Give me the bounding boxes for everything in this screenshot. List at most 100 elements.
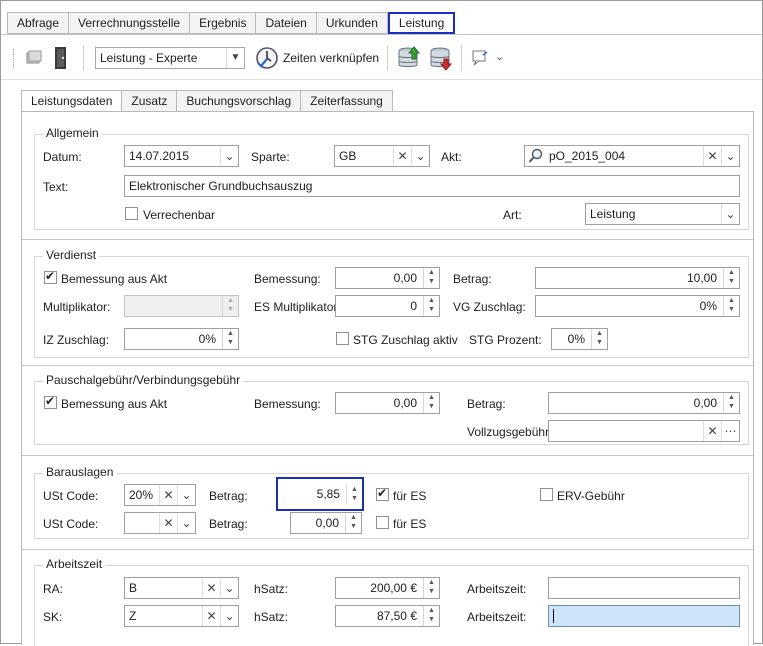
text-input[interactable]: Elektronischer Grundbuchsauszug <box>124 175 740 197</box>
inner-tab-bar: Leistungsdaten Zusatz Buchungsvorschlag … <box>21 90 393 114</box>
bemessung-label: Bemessung: <box>254 272 321 286</box>
verrechenbar-checkbox[interactable] <box>125 207 138 220</box>
chevron-down-icon[interactable]: ⌄ <box>721 204 739 224</box>
comment-icon[interactable] <box>471 49 489 70</box>
database-upload-icon[interactable] <box>397 45 421 74</box>
vg-zuschlag-label: VG Zuschlag: <box>453 300 526 314</box>
toolbar-grip[interactable] <box>13 49 15 67</box>
vg-zuschlag-value: 0% <box>699 299 717 313</box>
fuer-es-label: für ES <box>393 517 427 531</box>
sk-select[interactable]: Z ✕ ⌄ <box>124 605 239 627</box>
pauschal-betrag-stepper[interactable]: 0,00 ▲ ▼ <box>548 392 740 414</box>
akt-field[interactable]: pO_2015_004 ✕ ⌄ <box>524 145 740 167</box>
ust-code-label: USt Code: <box>43 489 99 503</box>
es-multiplikator-stepper[interactable]: 0 ▲ ▼ <box>335 295 440 317</box>
barauslagen-betrag-stepper-2[interactable]: 0,00 ▲ ▼ <box>290 512 362 534</box>
spinner-icon[interactable]: ▲ ▼ <box>423 296 439 316</box>
chevron-down-icon[interactable]: ⌄ <box>177 485 195 505</box>
clear-icon[interactable]: ✕ <box>159 485 177 505</box>
ust-code-select-1[interactable]: 20% ✕ ⌄ <box>124 484 196 506</box>
sparte-field[interactable]: GB ✕ ⌄ <box>334 145 430 167</box>
pauschal-bemessung-stepper[interactable]: 0,00 ▲ ▼ <box>335 392 440 414</box>
group-title: Pauschalgebühr/Verbindungsgebühr <box>43 373 244 387</box>
link-times-button[interactable]: Zeiten verknüpfen <box>255 45 379 71</box>
bemessung-stepper[interactable]: 0,00 ▲ ▼ <box>335 267 440 289</box>
fuer-es-checkbox-2[interactable] <box>376 516 389 529</box>
spinner-icon[interactable]: ▲ ▼ <box>723 296 739 316</box>
link-times-label: Zeiten verknüpfen <box>283 51 380 65</box>
group-title: Allgemein <box>43 126 102 140</box>
stack-icon[interactable] <box>25 49 43 70</box>
spinner-icon[interactable]: ▲ ▼ <box>222 296 238 316</box>
art-select[interactable]: Leistung ⌄ <box>585 203 740 225</box>
database-download-icon[interactable] <box>429 45 453 74</box>
text-cursor <box>553 609 554 623</box>
chevron-down-icon[interactable]: ⌄ <box>495 50 504 63</box>
chevron-down-icon[interactable]: ⌄ <box>220 578 238 598</box>
spinner-icon[interactable]: ▲ ▼ <box>346 485 362 505</box>
ellipsis-icon[interactable]: ⋯ <box>721 421 739 441</box>
spinner-icon[interactable]: ▲ ▼ <box>723 393 739 413</box>
iz-zuschlag-stepper[interactable]: 0% ▲ ▼ <box>124 328 239 350</box>
multiplikator-stepper[interactable]: ▲ ▼ <box>124 295 239 317</box>
sk-hsatz-stepper[interactable]: 87,50 € ▲ ▼ <box>335 605 440 627</box>
vg-zuschlag-stepper[interactable]: 0% ▲ ▼ <box>535 295 740 317</box>
stg-zuschlag-aktiv-checkbox[interactable] <box>336 332 349 345</box>
spinner-icon[interactable]: ▲ ▼ <box>423 606 439 626</box>
clear-icon[interactable]: ✕ <box>703 421 721 441</box>
datum-field[interactable]: 14.07.2015 ⌄ <box>124 145 239 167</box>
barauslagen-betrag-value: 0,00 <box>315 516 339 530</box>
tab-abfrage[interactable]: Abfrage <box>7 12 70 34</box>
ra-select[interactable]: B ✕ ⌄ <box>124 577 239 599</box>
spinner-icon[interactable]: ▲ ▼ <box>423 578 439 598</box>
tab-buchungsvorschlag[interactable]: Buchungsvorschlag <box>177 90 302 112</box>
vollzugsgebuehr-field[interactable]: ✕ ⋯ <box>548 420 740 442</box>
barauslagen-betrag-stepper-1[interactable]: 5,85 ▲ ▼ <box>276 477 364 511</box>
clear-icon[interactable]: ✕ <box>202 606 220 626</box>
search-icon[interactable] <box>528 148 544 166</box>
bemessung-aus-akt-label: Bemessung aus Akt <box>61 272 168 286</box>
tab-leistung[interactable]: Leistung <box>387 12 456 34</box>
erv-gebuehr-label: ERV-Gebühr <box>557 489 625 503</box>
spinner-icon[interactable]: ▲ ▼ <box>591 329 607 349</box>
erv-gebuehr-checkbox[interactable] <box>540 488 553 501</box>
barauslagen-betrag-label: Betrag: <box>209 489 248 503</box>
text-label: Text: <box>43 180 69 194</box>
chevron-down-icon[interactable]: ⌄ <box>721 146 739 166</box>
ra-hsatz-stepper[interactable]: 200,00 € ▲ ▼ <box>335 577 440 599</box>
tab-dateien[interactable]: Dateien <box>256 12 317 34</box>
chevron-down-icon[interactable]: ▼ <box>226 48 244 68</box>
chevron-down-icon[interactable]: ⌄ <box>220 146 238 166</box>
chevron-down-icon[interactable]: ⌄ <box>220 606 238 626</box>
chevron-down-icon[interactable]: ⌄ <box>177 513 195 533</box>
spinner-icon[interactable]: ▲ ▼ <box>423 268 439 288</box>
tab-ergebnis[interactable]: Ergebnis <box>190 12 257 34</box>
clear-icon[interactable]: ✕ <box>202 578 220 598</box>
fuer-es-checkbox-1[interactable] <box>376 486 389 501</box>
es-multiplikator-label: ES Multiplikator: <box>254 300 341 314</box>
chevron-down-icon[interactable]: ⌄ <box>411 146 429 166</box>
mode-select[interactable]: Leistung - Experte ▼ <box>95 47 245 69</box>
ust-code-select-2[interactable]: ✕ ⌄ <box>124 512 196 534</box>
pauschal-bemessung-aus-akt-checkbox[interactable] <box>44 394 57 409</box>
clear-icon[interactable]: ✕ <box>159 513 177 533</box>
tab-verrechnungsstelle[interactable]: Verrechnungsstelle <box>69 12 191 34</box>
tab-urkunden[interactable]: Urkunden <box>316 12 388 34</box>
bemessung-aus-akt-checkbox[interactable] <box>44 269 57 284</box>
door-icon[interactable] <box>53 46 69 73</box>
ra-value: B <box>129 581 138 595</box>
spinner-icon[interactable]: ▲ ▼ <box>222 329 238 349</box>
clear-icon[interactable]: ✕ <box>703 146 721 166</box>
ra-arbeitszeit-input[interactable] <box>548 577 740 599</box>
stg-prozent-stepper[interactable]: 0% ▲ ▼ <box>551 328 608 350</box>
tab-zusatz[interactable]: Zusatz <box>122 90 178 112</box>
tab-zeiterfassung[interactable]: Zeiterfassung <box>301 90 393 112</box>
spinner-icon[interactable]: ▲ ▼ <box>723 268 739 288</box>
clear-icon[interactable]: ✕ <box>393 146 411 166</box>
betrag-stepper[interactable]: 10,00 ▲ ▼ <box>535 267 740 289</box>
spinner-icon[interactable]: ▲ ▼ <box>345 513 361 533</box>
sk-arbeitszeit-input[interactable] <box>548 605 740 627</box>
spinner-icon[interactable]: ▲ ▼ <box>423 393 439 413</box>
hsatz-label: hSatz: <box>254 610 289 624</box>
multiplikator-label: Multiplikator: <box>43 300 111 314</box>
